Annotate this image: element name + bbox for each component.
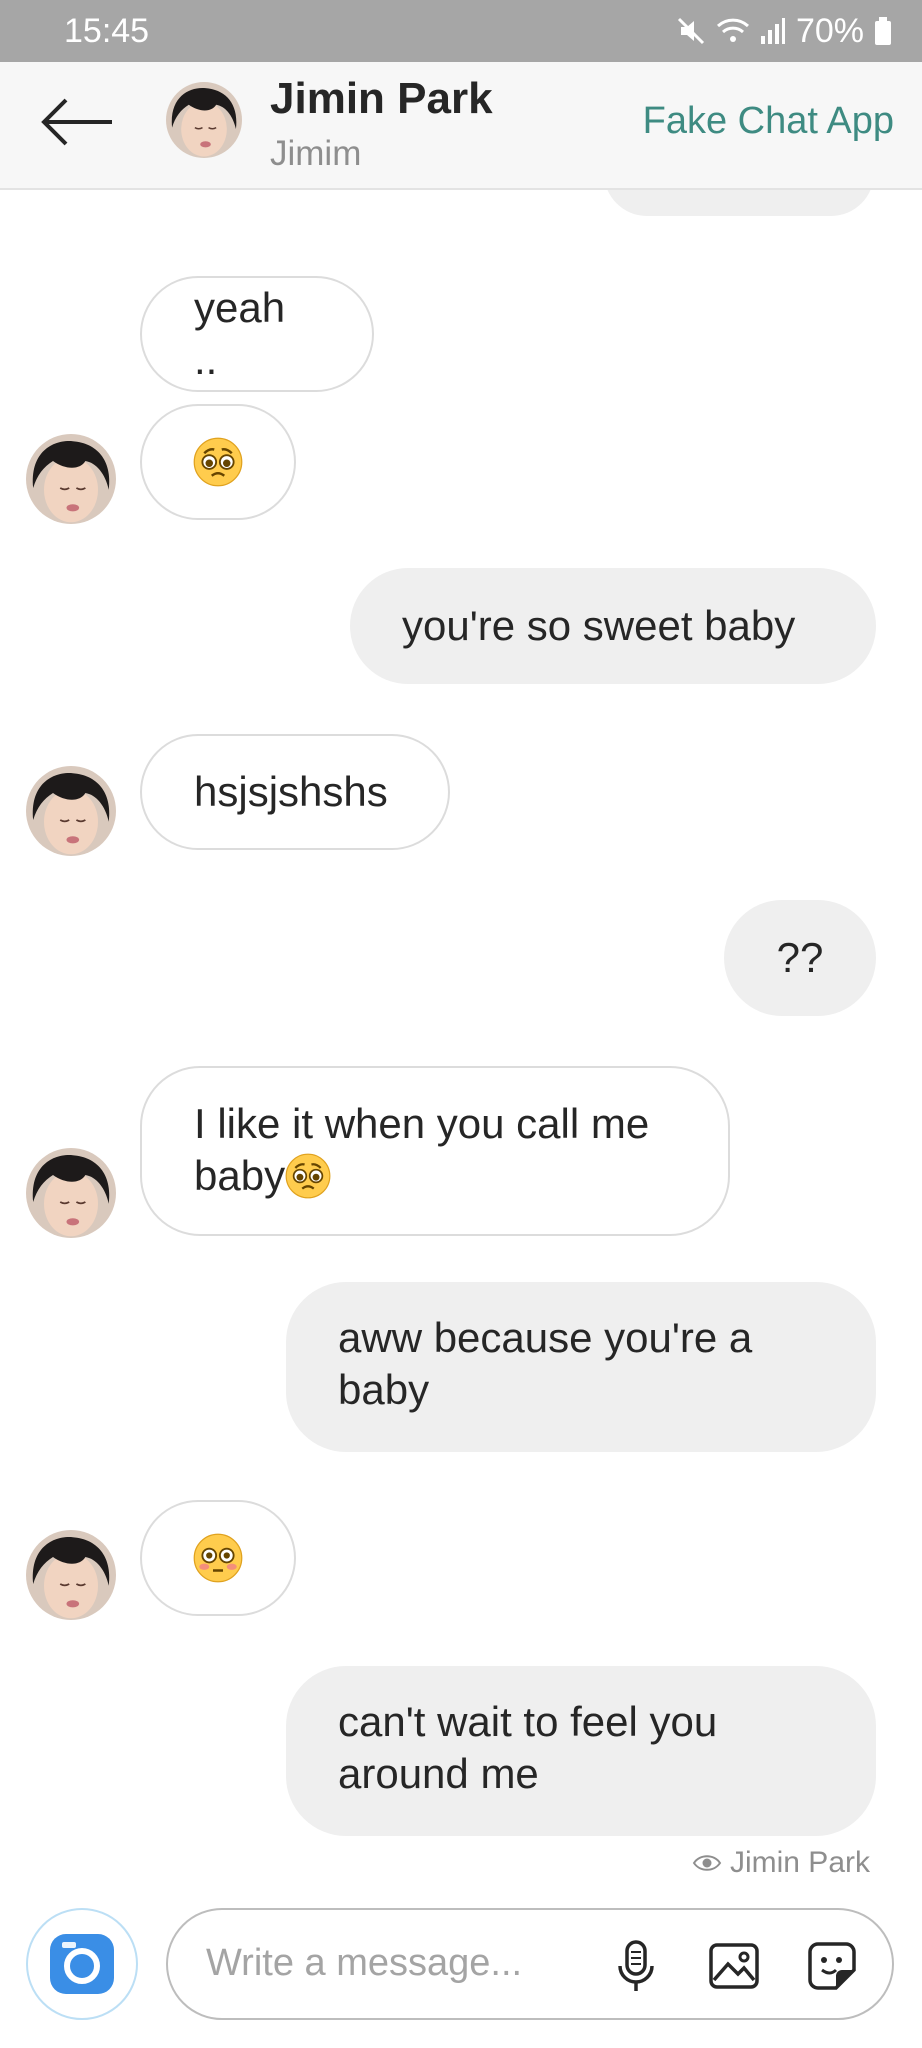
message-input-placeholder: Write a message...	[206, 1942, 523, 1984]
message-bubble-out: ??	[724, 900, 876, 1016]
message-bubble-in: I like it when you call me baby	[140, 1066, 730, 1236]
message-text-line: around me	[338, 1750, 539, 1797]
contact-avatar-small[interactable]	[26, 766, 116, 856]
pleading-face-icon	[285, 1153, 331, 1199]
message-bubble-out: can't wait to feel you around me	[286, 1666, 876, 1836]
message-text: yeah ..	[194, 284, 286, 383]
message-bubble-out: aww because you're a baby	[286, 1282, 876, 1452]
message-text: hsjsjshshs	[194, 768, 388, 815]
mute-icon	[677, 17, 704, 45]
message-bubble-in	[140, 1500, 296, 1616]
message-bubble-in: yeah ..	[140, 276, 374, 392]
message-list[interactable]: yeah .. you're so sweet baby hsjsjshshs …	[0, 190, 922, 1850]
contact-avatar-small[interactable]	[26, 434, 116, 524]
contact-username: Jimim	[270, 134, 362, 173]
status-time: 15:45	[64, 12, 150, 50]
pleading-face-icon	[193, 437, 243, 487]
seen-label: Jimin Park	[729, 1846, 870, 1879]
seen-receipt: Jimin Park	[692, 1846, 870, 1880]
chat-header: Jimin Park Jimim Fake Chat App	[0, 62, 922, 190]
message-text-line: can't wait to feel you	[338, 1698, 718, 1745]
camera-icon	[50, 1934, 114, 1994]
sticker-icon[interactable]	[804, 1938, 860, 1994]
battery-percent: 70%	[795, 11, 864, 50]
message-text-line: aww because you're a	[338, 1314, 753, 1361]
message-text-line: baby	[194, 1152, 286, 1199]
message-bubble-out: you're so sweet baby	[350, 568, 876, 684]
contact-avatar[interactable]	[166, 82, 242, 158]
contact-name[interactable]: Jimin Park	[270, 74, 493, 124]
message-bubble-in	[140, 404, 296, 520]
gallery-icon[interactable]	[706, 1938, 762, 1994]
message-text-line: I like it when you call me	[194, 1100, 650, 1147]
flushed-face-icon	[193, 1533, 243, 1583]
message-text: ??	[776, 934, 824, 981]
message-input[interactable]: Write a message...	[166, 1908, 894, 2020]
wifi-icon	[716, 18, 749, 42]
message-text: you're so sweet baby	[402, 602, 796, 649]
microphone-icon[interactable]	[608, 1938, 664, 1994]
status-bar: 15:45 70%	[0, 0, 922, 62]
status-icons: 70%	[676, 10, 892, 52]
camera-button[interactable]	[26, 1908, 138, 2020]
battery-icon	[875, 17, 891, 45]
seen-eye-icon	[692, 1855, 722, 1871]
message-bubble-partial	[604, 190, 874, 216]
signal-icon	[760, 18, 785, 44]
message-text-line: baby	[338, 1366, 430, 1413]
back-arrow-icon[interactable]	[36, 92, 116, 152]
message-bubble-in: hsjsjshshs	[140, 734, 450, 850]
app-label: Fake Chat App	[642, 100, 894, 142]
contact-avatar-small[interactable]	[26, 1530, 116, 1620]
contact-avatar-small[interactable]	[26, 1148, 116, 1238]
